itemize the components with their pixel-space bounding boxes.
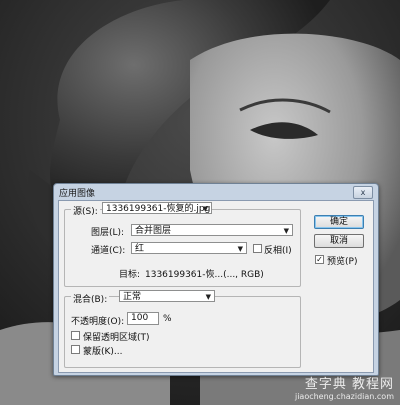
preview-checkbox[interactable]: ✓ [315, 255, 324, 264]
chevron-down-icon: ▼ [237, 245, 243, 253]
chevron-down-icon: ▼ [205, 293, 211, 301]
invert-label: 反相(I) [264, 246, 292, 256]
watermark-url: jiaocheng.chazidian.com [294, 392, 394, 401]
opacity-input[interactable]: 100 [127, 312, 159, 325]
target-label: 目标: [119, 270, 141, 280]
layer-select-value: 合并图层 [135, 226, 172, 236]
preview-label: 预览(P) [327, 257, 358, 267]
preserve-transparency-checkbox[interactable] [71, 331, 80, 340]
chevron-down-icon: ▼ [202, 205, 208, 213]
apply-image-dialog: 应用图像 x 源(S): 1336199361-恢复的.jpg ▼ 图层(L):… [53, 183, 379, 376]
blending-select-value: 正常 [123, 292, 142, 302]
source-label: 源(S): [71, 204, 100, 217]
opacity-unit: % [163, 314, 172, 324]
dialog-client-area: 源(S): 1336199361-恢复的.jpg ▼ 图层(L): 合并图层 ▼… [58, 200, 374, 373]
channel-select[interactable]: 红 ▼ [131, 242, 247, 254]
invert-checkbox[interactable] [253, 244, 262, 253]
cancel-button[interactable]: 取消 [314, 234, 364, 248]
source-select-value: 1336199361-恢复的.jpg [106, 204, 211, 214]
preserve-transparency-label: 保留透明区域(T) [83, 333, 150, 343]
blending-select[interactable]: 正常 ▼ [119, 290, 215, 302]
blending-label: 混合(B): [71, 292, 110, 305]
mask-checkbox[interactable] [71, 345, 80, 354]
close-button[interactable]: x [353, 186, 373, 199]
channel-label: 通道(C): [91, 246, 126, 256]
dialog-titlebar[interactable]: 应用图像 x [54, 184, 378, 199]
ok-button[interactable]: 确定 [314, 215, 364, 229]
source-select[interactable]: 1336199361-恢复的.jpg ▼ [102, 202, 212, 214]
layer-label: 图层(L): [91, 228, 125, 238]
channel-select-value: 红 [135, 244, 145, 254]
dialog-title: 应用图像 [59, 189, 96, 199]
checkmark-icon: ✓ [316, 255, 323, 264]
layer-select[interactable]: 合并图层 ▼ [131, 224, 293, 236]
target-value: 1336199361-恢...(..., RGB) [145, 270, 264, 280]
opacity-label: 不透明度(O): [71, 317, 125, 327]
watermark-title: 查字典 教程网 [304, 377, 394, 392]
mask-label: 蒙版(K)... [83, 347, 123, 357]
watermark: 查字典 教程网 jiaocheng.chazidian.com [295, 378, 394, 401]
chevron-down-icon: ▼ [283, 227, 289, 235]
